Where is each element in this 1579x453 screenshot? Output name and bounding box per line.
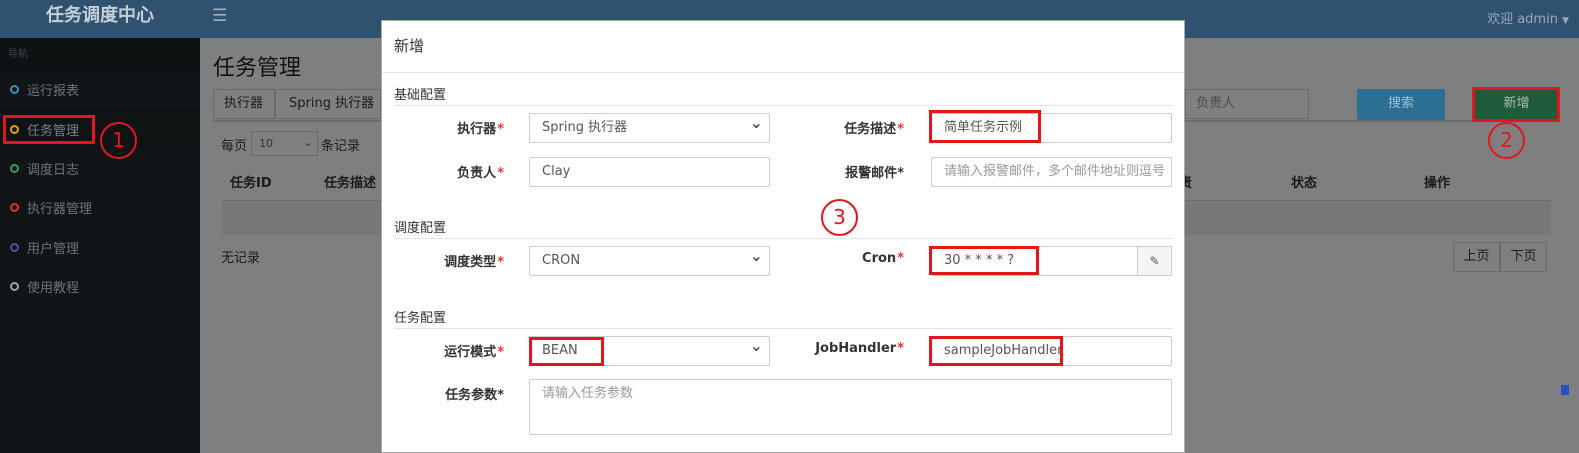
- prev-page-button[interactable]: 上页: [1453, 242, 1500, 272]
- highlight-box: [1472, 87, 1560, 122]
- section-task: 任务配置: [394, 307, 1173, 329]
- sidebar-item-label: 使用教程: [27, 281, 80, 296]
- alarm-email-label: 报警邮件*: [845, 166, 904, 181]
- sidebar-item-label: 调度日志: [27, 163, 80, 178]
- sidebar-item-label: 运行报表: [27, 84, 80, 99]
- highlight-box: [929, 246, 1039, 275]
- job-param-textarea[interactable]: 请输入任务参数: [529, 379, 1172, 435]
- user-menu[interactable]: 欢迎 admin ▼: [1487, 8, 1569, 27]
- alarm-email-input[interactable]: 请输入报警邮件，多个邮件地址则逗号: [931, 157, 1172, 187]
- circle-icon: [10, 203, 19, 212]
- author-input[interactable]: Clay: [529, 157, 770, 187]
- search-button[interactable]: 搜索: [1357, 89, 1445, 120]
- highlight-box: [929, 110, 1041, 143]
- column-header: 任务描述: [324, 176, 377, 191]
- per-page-prefix: 每页: [221, 139, 248, 154]
- chevron-down-icon: ⌄: [303, 136, 313, 149]
- menu-icon[interactable]: ☰: [212, 6, 227, 26]
- highlight-box: [529, 337, 604, 366]
- job-param-label: 任务参数*: [445, 388, 504, 403]
- modal-title: 新增: [382, 21, 1184, 73]
- scroll-indicator: [1561, 385, 1569, 395]
- add-job-modal: 新增 基础配置 执行器* Spring 执行器 任务描述* 简单任务示例 负责人…: [381, 20, 1185, 453]
- highlight-box: [3, 115, 95, 144]
- step-marker-1: 1: [100, 122, 137, 159]
- schedule-type-select[interactable]: CRON: [529, 242, 770, 276]
- per-page-suffix: 条记录: [321, 139, 361, 154]
- filter-executor-label: 执行器: [213, 89, 275, 119]
- circle-icon: [10, 85, 19, 94]
- job-handler-label: JobHandler*: [815, 341, 904, 356]
- filter-executor-select[interactable]: Spring 执行器: [275, 89, 381, 119]
- sidebar-item-label: 执行器管理: [27, 202, 93, 217]
- job-desc-label: 任务描述*: [844, 122, 904, 137]
- executor-label: 执行器*: [457, 122, 504, 137]
- per-page-select[interactable]: 10 ⌄: [251, 131, 318, 156]
- section-schedule: 调度配置: [394, 217, 1173, 239]
- column-header: 状态: [1291, 176, 1318, 191]
- sidebar-item-executor[interactable]: 执行器管理: [0, 188, 200, 227]
- highlight-box: [929, 336, 1063, 366]
- sidebar-item-user[interactable]: 用户管理: [0, 228, 200, 267]
- column-header: 任务ID: [230, 176, 272, 191]
- caret-down-icon: ▼: [1562, 16, 1569, 26]
- step-marker-3: 3: [821, 199, 858, 236]
- filter-owner-input[interactable]: 负责人: [1185, 89, 1309, 119]
- next-page-button[interactable]: 下页: [1500, 242, 1547, 272]
- step-marker-2: 2: [1488, 122, 1525, 159]
- circle-icon: [10, 282, 19, 291]
- sidebar-item-report[interactable]: 运行报表: [0, 70, 200, 109]
- sidebar-header: 导航: [0, 38, 200, 71]
- executor-select[interactable]: Spring 执行器: [529, 109, 770, 143]
- circle-icon: [10, 164, 19, 173]
- app-logo: 任务调度中心: [0, 0, 200, 38]
- empty-text: 无记录: [221, 251, 261, 266]
- schedule-type-label: 调度类型*: [444, 255, 504, 270]
- sidebar-item-label: 用户管理: [27, 242, 80, 257]
- page-title: 任务管理: [213, 56, 302, 81]
- sidebar-item-log[interactable]: 调度日志: [0, 149, 200, 188]
- cron-label: Cron*: [862, 251, 904, 266]
- sidebar-item-help[interactable]: 使用教程: [0, 267, 200, 306]
- section-basic: 基础配置: [394, 84, 1173, 106]
- author-label: 负责人*: [457, 166, 504, 181]
- column-header: 操作: [1424, 176, 1451, 191]
- circle-icon: [10, 243, 19, 252]
- run-mode-label: 运行模式*: [444, 345, 504, 360]
- edit-icon[interactable]: ✎: [1137, 246, 1172, 276]
